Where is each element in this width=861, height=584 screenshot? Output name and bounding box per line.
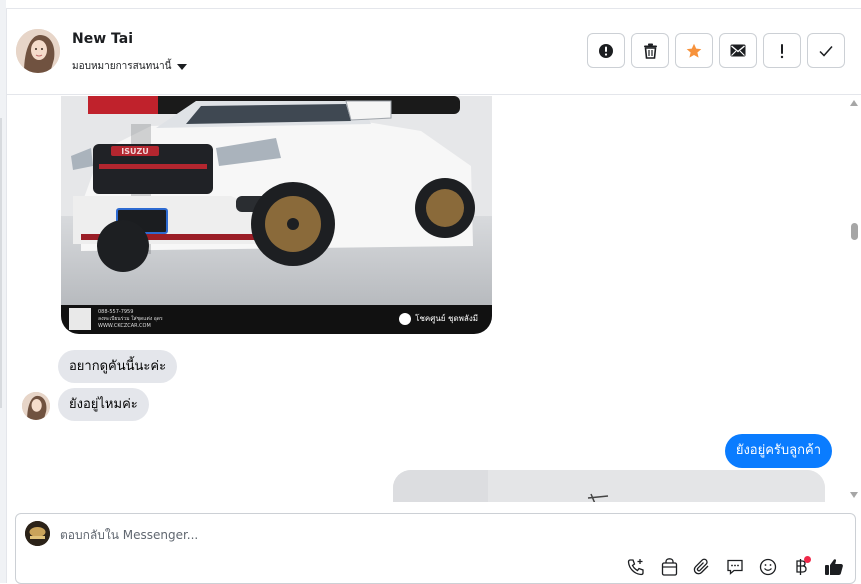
envelope-icon [730, 44, 746, 57]
like-button[interactable] [823, 556, 845, 578]
chevron-down-icon [177, 63, 188, 70]
mark-done-button[interactable] [807, 33, 845, 68]
scrollbar[interactable] [848, 96, 858, 502]
sender-avatar[interactable] [22, 392, 50, 420]
mark-unread-button[interactable] [719, 33, 757, 68]
brand-logo-icon [399, 312, 412, 325]
assign-label: มอบหมายการสนทนานี้ [72, 61, 172, 72]
message-thread[interactable]: ISUZU 088-557-7959 ลงทะเบียนร่วม ใส่ชุดแ… [7, 96, 861, 502]
action-toolbar [587, 33, 845, 68]
exclamation-icon [780, 43, 784, 58]
paperclip-icon [693, 558, 709, 575]
reply-composer [15, 513, 856, 584]
trash-icon [643, 43, 657, 59]
notification-dot [804, 556, 811, 563]
delete-button[interactable] [631, 33, 669, 68]
phone-plus-icon [627, 559, 644, 576]
assign-conversation-dropdown[interactable]: มอบหมายการสนทนานี้ [72, 59, 188, 74]
chat-bubble-icon [727, 559, 743, 575]
shop-button[interactable] [658, 556, 680, 578]
svg-text:ISUZU: ISUZU [121, 147, 149, 156]
footer-website: WWW.CKCZCAR.COM [98, 323, 151, 329]
contact-name[interactable]: New Tai [72, 31, 133, 47]
scroll-thumb[interactable] [851, 223, 858, 240]
footer-facebook: ลงทะเบียนร่วม ใส่ชุดแต่ง อุดร [98, 316, 163, 322]
star-icon [686, 43, 702, 58]
scroll-up-arrow-icon[interactable] [850, 100, 858, 106]
alert-circle-icon [599, 43, 613, 58]
reply-input[interactable] [60, 525, 620, 545]
shopping-bag-icon [661, 558, 677, 576]
call-button[interactable] [625, 556, 647, 578]
payment-button[interactable] [790, 556, 812, 578]
incoming-message-2[interactable]: ยังอยู่ไหมค่ะ [58, 388, 149, 421]
conversation-panel: New Tai มอบหมายการสนทนานี้ ISUZU 088-557… [6, 8, 861, 584]
saved-replies-button[interactable] [724, 556, 746, 578]
attach-button[interactable] [691, 556, 713, 578]
outgoing-message-1[interactable]: ยังอยู่ครับลูกค้า [724, 434, 832, 468]
thumbs-up-icon [825, 559, 843, 575]
avatar[interactable] [16, 29, 60, 73]
composer-toolbar [625, 556, 845, 578]
image-footer-banner: 088-557-7959 ลงทะเบียนร่วม ใส่ชุดแต่ง อุ… [61, 305, 492, 334]
mark-spam-button[interactable] [587, 33, 625, 68]
footer-brand: โชคศูนย์ ชุดพลังมี [415, 314, 478, 323]
scroll-down-arrow-icon[interactable] [850, 492, 858, 498]
outgoing-image-partial[interactable] [393, 470, 825, 502]
smiley-icon [759, 558, 777, 576]
conversation-header: New Tai มอบหมายการสนทนานี้ [7, 9, 861, 95]
emoji-button[interactable] [757, 556, 779, 578]
qr-code-icon [69, 308, 91, 330]
check-icon [819, 45, 833, 57]
attached-car-image[interactable]: ISUZU 088-557-7959 ลงทะเบียนร่วม ใส่ชุดแ… [61, 96, 492, 334]
star-button[interactable] [675, 33, 713, 68]
incoming-message-1[interactable]: อยากดูคันนี้นะค่ะ [58, 350, 178, 383]
footer-phone: 088-557-7959 [98, 309, 134, 315]
page-avatar [25, 521, 50, 546]
car-photo: ISUZU [61, 96, 492, 334]
follow-up-button[interactable] [763, 33, 801, 68]
